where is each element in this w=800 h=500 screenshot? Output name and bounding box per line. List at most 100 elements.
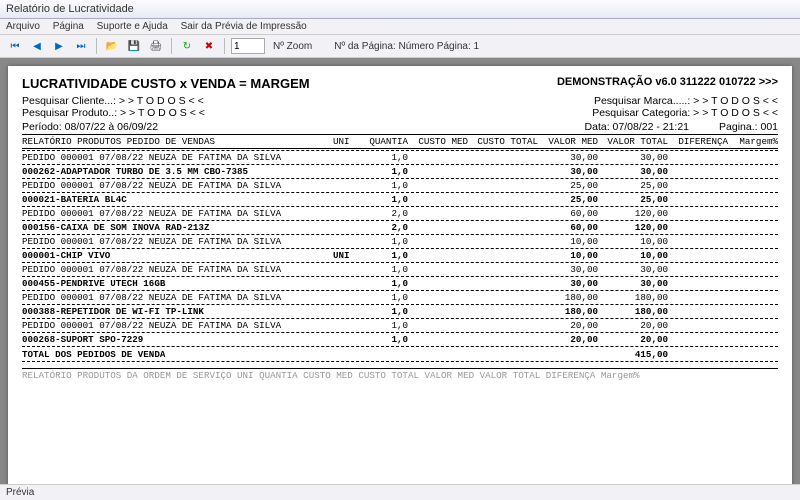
window-title: Relatório de Lucratividade <box>6 3 134 15</box>
periodo-label: Período: 08/07/22 à 06/09/22 <box>22 121 158 133</box>
preview-area[interactable]: LUCRATIVIDADE CUSTO x VENDA = MARGEM DEM… <box>0 58 800 484</box>
divider <box>22 164 778 165</box>
col-vt: VALOR TOTAL <box>598 136 668 147</box>
column-headers: RELATÓRIO PRODUTOS PEDIDO DE VENDAS UNI … <box>22 136 778 147</box>
cell-uni <box>333 208 363 219</box>
product-row: 000001-CHIP VIVOUNI1,010,0010,00 <box>22 250 778 261</box>
cell-vm: 30,00 <box>538 152 598 163</box>
nav-next-button[interactable]: ▶ <box>50 37 68 55</box>
menu-suporte[interactable]: Suporte e Ajuda <box>97 21 168 32</box>
cell-uni <box>333 194 363 205</box>
order-row: PEDIDO 000001 07/08/22 NEUZA DE FATIMA D… <box>22 208 778 219</box>
divider <box>22 346 778 347</box>
open-button[interactable]: 📂 <box>103 37 121 55</box>
cell-qt: 1,0 <box>363 180 408 191</box>
divider <box>22 134 778 135</box>
status-bar: Prévia <box>0 484 800 500</box>
cell-mg <box>728 334 778 345</box>
refresh-button[interactable]: ↻ <box>178 37 196 55</box>
cell-ct <box>468 306 538 317</box>
cell-df <box>668 278 728 289</box>
cell-cm <box>408 180 468 191</box>
cell-cm <box>408 334 468 345</box>
cell-ct <box>468 152 538 163</box>
cell-qt: 1,0 <box>363 152 408 163</box>
cell-cm <box>408 222 468 233</box>
cell-vt: 180,00 <box>598 306 668 317</box>
order-row: PEDIDO 000001 07/08/22 NEUZA DE FATIMA D… <box>22 180 778 191</box>
print-button[interactable]: 🖨 <box>147 37 165 55</box>
cell-desc: 000455-PENDRIVE UTECH 16GB <box>22 278 333 289</box>
zoom-input[interactable] <box>231 38 265 54</box>
cell-uni <box>333 166 363 177</box>
cell-desc: PEDIDO 000001 07/08/22 NEUZA DE FATIMA D… <box>22 152 333 163</box>
divider <box>22 192 778 193</box>
cell-vm: 30,00 <box>538 278 598 289</box>
save-button[interactable]: 💾 <box>125 37 143 55</box>
order-row: PEDIDO 000001 07/08/22 NEUZA DE FATIMA D… <box>22 264 778 275</box>
cell-df <box>668 180 728 191</box>
cell-ct <box>468 236 538 247</box>
footer-next-section: RELATÓRIO PRODUTOS DA ORDEM DE SERVIÇO U… <box>22 370 778 381</box>
cell-ct <box>468 222 538 233</box>
divider <box>22 262 778 263</box>
cell-vt: 10,00 <box>598 250 668 261</box>
product-row: 000388-REPETIDOR DE WI-FI TP-LINK1,0180,… <box>22 306 778 317</box>
cell-df <box>668 264 728 275</box>
cell-vm: 30,00 <box>538 264 598 275</box>
cell-cm <box>408 320 468 331</box>
col-uni: UNI <box>333 136 363 147</box>
separator <box>96 38 97 54</box>
nav-prev-button[interactable]: ◀ <box>28 37 46 55</box>
close-button[interactable]: ✖ <box>200 37 218 55</box>
cell-df <box>668 334 728 345</box>
cell-mg <box>728 180 778 191</box>
cell-vm: 10,00 <box>538 236 598 247</box>
divider <box>22 206 778 207</box>
cell-desc: PEDIDO 000001 07/08/22 NEUZA DE FATIMA D… <box>22 236 333 247</box>
cell-df <box>668 152 728 163</box>
cell-vt: 20,00 <box>598 320 668 331</box>
cell-ct <box>468 194 538 205</box>
cell-cm <box>408 250 468 261</box>
cell-desc: 000268-SUPORT SPO-7229 <box>22 334 333 345</box>
nav-last-button[interactable]: ⏭ <box>72 37 90 55</box>
divider <box>22 150 778 151</box>
cell-vm: 25,00 <box>538 180 598 191</box>
cell-vm: 20,00 <box>538 320 598 331</box>
product-row: 000262-ADAPTADOR TURBO DE 3.5 MM CBO-738… <box>22 166 778 177</box>
cell-cm <box>408 166 468 177</box>
cell-desc: 000262-ADAPTADOR TURBO DE 3.5 MM CBO-738… <box>22 166 333 177</box>
cell-desc: PEDIDO 000001 07/08/22 NEUZA DE FATIMA D… <box>22 180 333 191</box>
cell-df <box>668 236 728 247</box>
menu-arquivo[interactable]: Arquivo <box>6 21 40 32</box>
cell-mg <box>728 222 778 233</box>
cell-df <box>668 194 728 205</box>
cell-desc: PEDIDO 000001 07/08/22 NEUZA DE FATIMA D… <box>22 292 333 303</box>
report-title-left: LUCRATIVIDADE CUSTO x VENDA = MARGEM <box>22 76 310 91</box>
cell-mg <box>728 320 778 331</box>
cell-desc: PEDIDO 000001 07/08/22 NEUZA DE FATIMA D… <box>22 264 333 275</box>
col-cm: CUSTO MED <box>408 136 468 147</box>
pagina-label: Pagina.: 001 <box>719 121 778 133</box>
cell-cm <box>408 264 468 275</box>
data-label: Data: 07/08/22 - 21:21 <box>585 121 690 133</box>
product-row: 000268-SUPORT SPO-72291,020,0020,00 <box>22 334 778 345</box>
total-label: TOTAL DOS PEDIDOS DE VENDA <box>22 349 333 360</box>
cell-mg <box>728 166 778 177</box>
cell-ct <box>468 166 538 177</box>
menu-pagina[interactable]: Página <box>53 21 84 32</box>
cell-cm <box>408 194 468 205</box>
cell-qt: 1,0 <box>363 334 408 345</box>
nav-first-button[interactable]: ⏮ <box>6 37 24 55</box>
order-row: PEDIDO 000001 07/08/22 NEUZA DE FATIMA D… <box>22 236 778 247</box>
cell-qt: 1,0 <box>363 306 408 317</box>
menu-sair[interactable]: Sair da Prévia de Impressão <box>181 21 307 32</box>
cell-vt: 30,00 <box>598 278 668 289</box>
product-row: 000455-PENDRIVE UTECH 16GB1,030,0030,00 <box>22 278 778 289</box>
cell-ct <box>468 180 538 191</box>
cell-ct <box>468 264 538 275</box>
divider <box>22 220 778 221</box>
cell-desc: PEDIDO 000001 07/08/22 NEUZA DE FATIMA D… <box>22 320 333 331</box>
cell-qt: 2,0 <box>363 222 408 233</box>
